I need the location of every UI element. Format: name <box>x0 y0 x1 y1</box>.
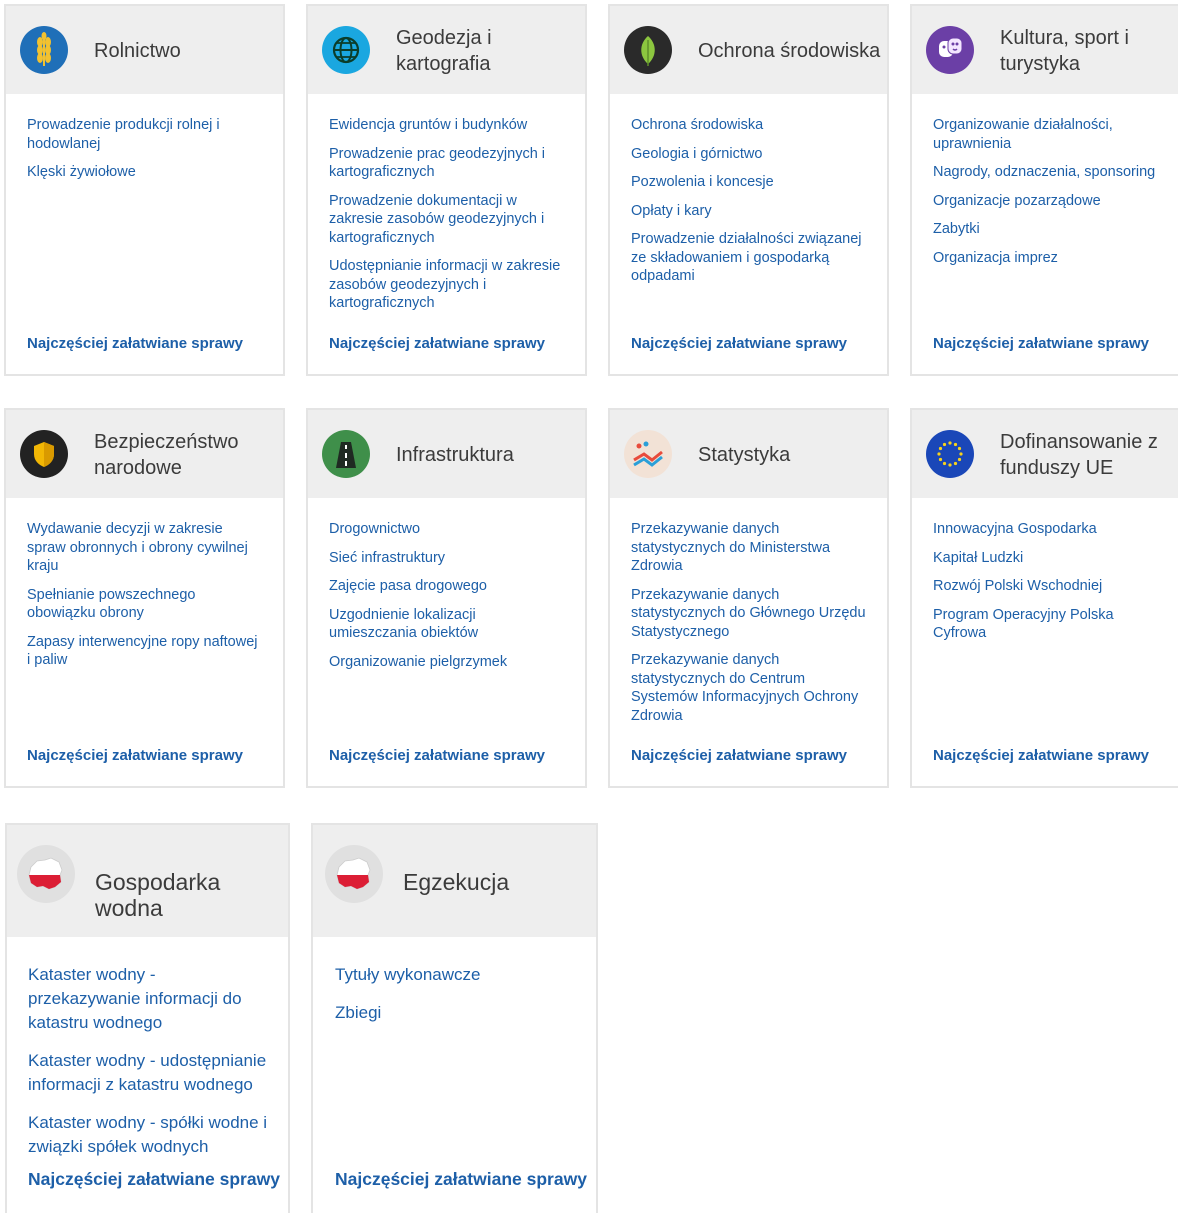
service-link[interactable]: Organizowanie pielgrzymek <box>329 653 565 672</box>
category-card-bezpieczenstwo: Bezpieczeństwo narodowe Wydawanie decyzj… <box>4 408 285 788</box>
most-common-cases-link[interactable]: Najczęściej załatwiane sprawy <box>27 747 243 764</box>
service-link[interactable]: Klęski żywiołowe <box>27 163 263 182</box>
service-link[interactable]: Rozwój Polski Wschodniej <box>933 577 1160 596</box>
eu-flag-icon <box>926 430 974 478</box>
service-link[interactable]: Wydawanie decyzji w zakresie spraw obron… <box>27 520 263 576</box>
service-link[interactable]: Kapitał Ludzki <box>933 549 1160 568</box>
category-card-fundusze-ue: Dofinansowanie z funduszy UE Innowacyjna… <box>910 408 1178 788</box>
service-link[interactable]: Przekazywanie danych statystycznych do C… <box>631 651 867 725</box>
globe-icon <box>322 26 370 74</box>
leaf-icon <box>624 26 672 74</box>
service-link[interactable]: Kataster wodny - przekazywanie informacj… <box>28 963 270 1035</box>
theater-masks-icon <box>926 26 974 74</box>
card-title: Rolnictwo <box>94 40 181 62</box>
card-links: Tytuły wykonawcze Zbiegi <box>313 963 596 1039</box>
card-links: Innowacyjna Gospodarka Kapitał Ludzki Ro… <box>912 520 1178 653</box>
service-link[interactable]: Pozwolenia i koncesje <box>631 173 867 192</box>
chart-lines-icon <box>624 430 672 478</box>
category-card-gospodarka-wodna: Gospodarka wodna Kataster wodny - przeka… <box>5 823 290 1213</box>
service-link[interactable]: Prowadzenie dokumentacji w zakresie zaso… <box>329 192 565 248</box>
card-header[interactable]: Geodezja i kartografia <box>308 6 585 94</box>
wheat-icon <box>20 26 68 74</box>
card-links: Ewidencja gruntów i budynków Prowadzenie… <box>308 116 585 323</box>
card-title: Geodezja i kartografia <box>396 27 492 75</box>
service-link[interactable]: Prowadzenie produkcji rolnej i hodowlane… <box>27 116 263 153</box>
poland-map-icon <box>17 845 75 903</box>
service-link[interactable]: Zabytki <box>933 220 1160 239</box>
card-title: Statystyka <box>698 444 791 466</box>
service-link[interactable]: Przekazywanie danych statystycznych do M… <box>631 520 867 576</box>
service-link[interactable]: Spełnianie powszechnego obowiązku obrony <box>27 586 263 623</box>
most-common-cases-link[interactable]: Najczęściej załatwiane sprawy <box>631 335 847 352</box>
category-card-kultura: Kultura, sport i turystyka Organizowanie… <box>910 4 1178 376</box>
service-link[interactable]: Ochrona środowiska <box>631 116 867 135</box>
service-link[interactable]: Ewidencja gruntów i budynków <box>329 116 565 135</box>
category-card-egzekucja: Egzekucja Tytuły wykonawcze Zbiegi Najcz… <box>311 823 598 1213</box>
card-links: Przekazywanie danych statystycznych do M… <box>610 520 887 735</box>
service-link[interactable]: Opłaty i kary <box>631 202 867 221</box>
service-link[interactable]: Kataster wodny - spółki wodne i związki … <box>28 1111 270 1159</box>
service-link[interactable]: Organizowanie działalności, uprawnienia <box>933 116 1160 153</box>
card-links: Drogownictwo Sieć infrastruktury Zajęcie… <box>308 520 585 681</box>
card-links: Kataster wodny - przekazywanie informacj… <box>7 963 288 1173</box>
category-card-geodezja: Geodezja i kartografia Ewidencja gruntów… <box>306 4 587 376</box>
card-header[interactable]: Statystyka <box>610 410 887 498</box>
card-title: Bezpieczeństwo narodowe <box>94 431 239 479</box>
category-card-statystyka: Statystyka Przekazywanie danych statysty… <box>608 408 889 788</box>
most-common-cases-link[interactable]: Najczęściej załatwiane sprawy <box>933 747 1149 764</box>
category-card-rolnictwo: Rolnictwo Prowadzenie produkcji rolnej i… <box>4 4 285 376</box>
most-common-cases-link[interactable]: Najczęściej załatwiane sprawy <box>631 747 847 764</box>
card-title: Dofinansowanie z funduszy UE <box>1000 431 1158 479</box>
card-links: Organizowanie działalności, uprawnienia … <box>912 116 1178 277</box>
service-link[interactable]: Zbiegi <box>335 1001 578 1025</box>
road-icon <box>322 430 370 478</box>
card-header[interactable]: Kultura, sport i turystyka <box>912 6 1178 94</box>
most-common-cases-link[interactable]: Najczęściej załatwiane sprawy <box>27 335 243 352</box>
most-common-cases-link[interactable]: Najczęściej załatwiane sprawy <box>329 747 545 764</box>
service-link[interactable]: Kataster wodny - udostępnianie informacj… <box>28 1049 270 1097</box>
card-title: Infrastruktura <box>396 444 514 466</box>
service-link[interactable]: Sieć infrastruktury <box>329 549 565 568</box>
card-links: Ochrona środowiska Geologia i górnictwo … <box>610 116 887 296</box>
service-link[interactable]: Zajęcie pasa drogowego <box>329 577 565 596</box>
service-link[interactable]: Organizacja imprez <box>933 249 1160 268</box>
service-link[interactable]: Prowadzenie działalności związanej ze sk… <box>631 230 867 286</box>
card-title: Egzekucja <box>403 869 510 895</box>
service-link[interactable]: Nagrody, odznaczenia, sponsoring <box>933 163 1160 182</box>
card-links: Prowadzenie produkcji rolnej i hodowlane… <box>6 116 283 192</box>
most-common-cases-link[interactable]: Najczęściej załatwiane sprawy <box>28 1169 280 1190</box>
service-link[interactable]: Organizacje pozarządowe <box>933 192 1160 211</box>
service-link[interactable]: Udostępnianie informacji w zakresie zaso… <box>329 257 565 313</box>
service-link[interactable]: Przekazywanie danych statystycznych do G… <box>631 586 867 642</box>
service-link[interactable]: Program Operacyjny Polska Cyfrowa <box>933 606 1160 643</box>
service-link[interactable]: Prowadzenie prac geodezyjnych i kartogra… <box>329 145 565 182</box>
most-common-cases-link[interactable]: Najczęściej załatwiane sprawy <box>335 1169 587 1190</box>
service-link[interactable]: Drogownictwo <box>329 520 565 539</box>
service-link[interactable]: Zapasy interwencyjne ropy naftowej i pal… <box>27 633 263 670</box>
most-common-cases-link[interactable]: Najczęściej załatwiane sprawy <box>933 335 1149 352</box>
card-header[interactable]: Egzekucja <box>313 825 596 937</box>
card-header[interactable]: Ochrona środowiska <box>610 6 887 94</box>
card-title: Gospodarka wodna <box>95 869 221 921</box>
card-header[interactable]: Infrastruktura <box>308 410 585 498</box>
most-common-cases-link[interactable]: Najczęściej załatwiane sprawy <box>329 335 545 352</box>
service-link[interactable]: Innowacyjna Gospodarka <box>933 520 1160 539</box>
card-header[interactable]: Bezpieczeństwo narodowe <box>6 410 283 498</box>
service-link[interactable]: Tytuły wykonawcze <box>335 963 578 987</box>
card-title: Kultura, sport i turystyka <box>1000 27 1129 75</box>
card-title: Ochrona środowiska <box>698 40 881 62</box>
shield-icon <box>20 430 68 478</box>
card-header[interactable]: Gospodarka wodna <box>7 825 288 937</box>
service-link[interactable]: Geologia i górnictwo <box>631 145 867 164</box>
card-links: Wydawanie decyzji w zakresie spraw obron… <box>6 520 283 680</box>
card-header[interactable]: Rolnictwo <box>6 6 283 94</box>
category-card-infrastruktura: Infrastruktura Drogownictwo Sieć infrast… <box>306 408 587 788</box>
service-link[interactable]: Uzgodnienie lokalizacji umieszczania obi… <box>329 606 565 643</box>
poland-map-icon <box>325 845 383 903</box>
category-card-ochrona-srodowiska: Ochrona środowiska Ochrona środowiska Ge… <box>608 4 889 376</box>
card-header[interactable]: Dofinansowanie z funduszy UE <box>912 410 1178 498</box>
